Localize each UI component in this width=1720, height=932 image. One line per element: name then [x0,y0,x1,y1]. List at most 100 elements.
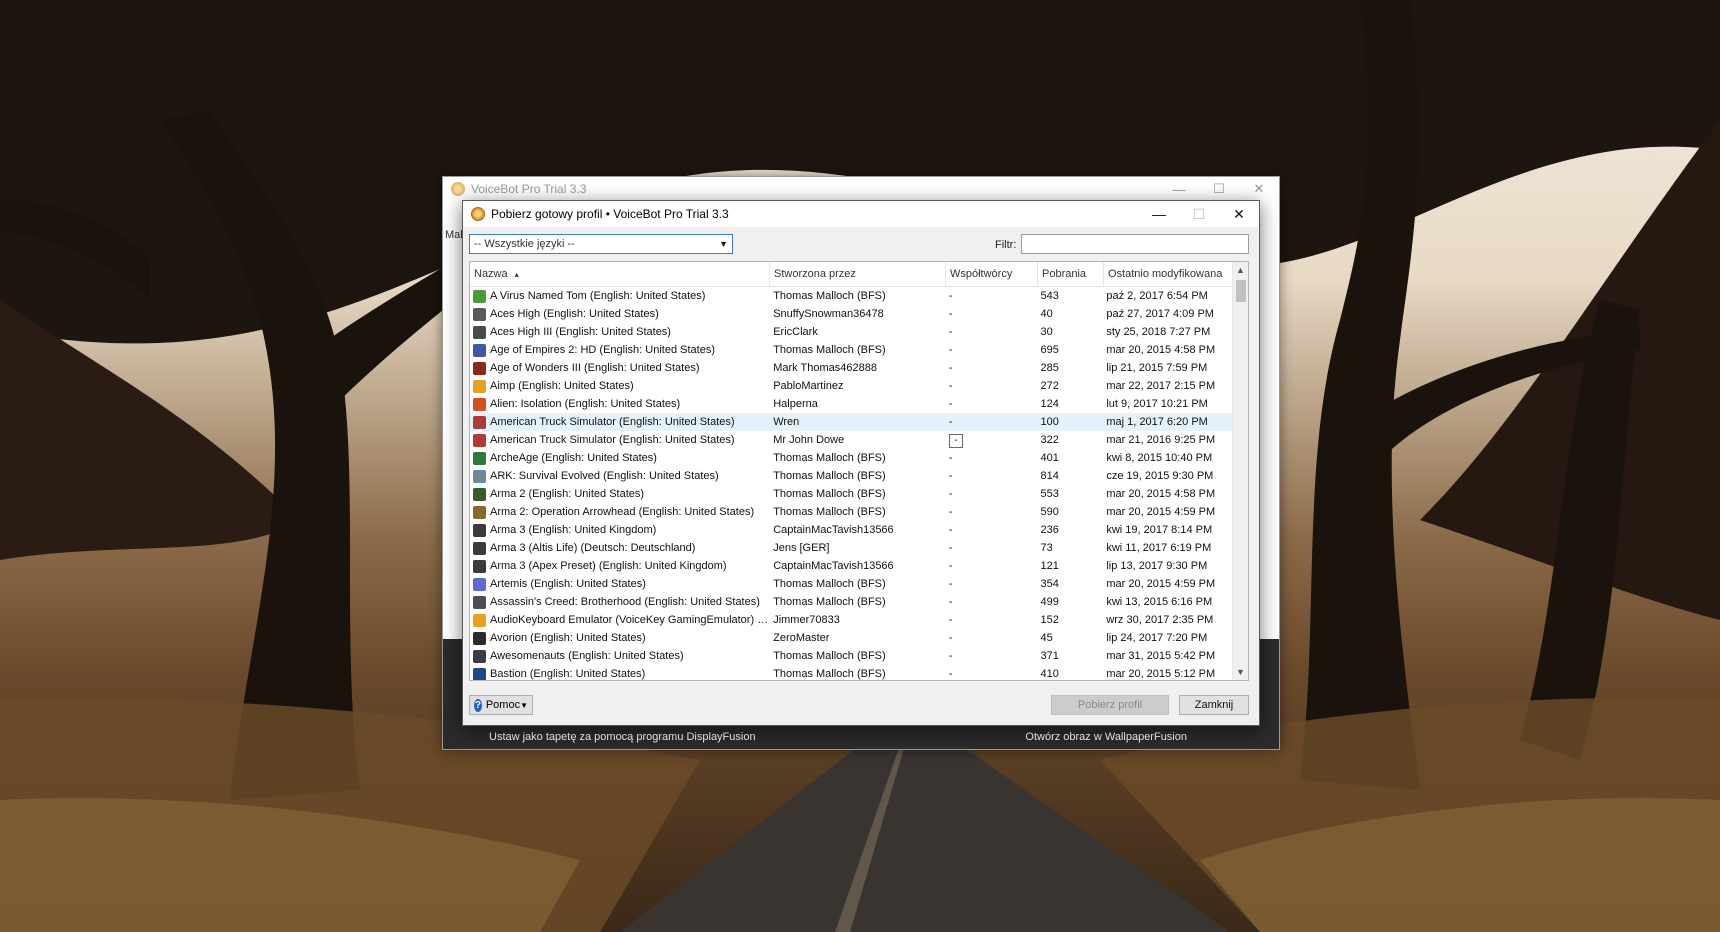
column-header-downloads[interactable]: Pobrania [1038,262,1104,286]
profile-name: Age of Wonders III (English: United Stat… [490,362,700,374]
contributors-value: - [948,434,963,448]
table-row[interactable]: ArcheAge (English: United States) Thomas … [470,449,1232,467]
cell-author: ZeroMaster [773,632,830,644]
game-icon [473,451,486,465]
cell-author: Thomas Malloch (BFS) [773,596,886,608]
help-button-label: Pomoc [485,699,521,711]
column-header-modified[interactable]: Ostatnio modyfikowana [1104,262,1234,286]
cell-contributors: - [945,326,1037,338]
cell-modified: mar 20, 2015 4:59 PM [1106,578,1216,590]
cell-author: Thomas Malloch (BFS) [773,452,886,464]
chevron-down-icon: ▼ [520,700,528,710]
close-button[interactable]: ✕ [1239,177,1279,201]
cell-modified: mar 20, 2015 5:12 PM [1106,668,1216,680]
table-row[interactable]: Artemis (English: United States) Thomas M… [470,575,1232,593]
maximize-button[interactable]: ☐ [1199,177,1239,201]
cell-downloads: 499 [1040,596,1059,608]
chevron-down-icon: ▼ [719,239,728,249]
table-row[interactable]: Age of Wonders III (English: United Stat… [470,359,1232,377]
game-icon [473,343,486,357]
table-row[interactable]: Aimp (English: United States) PabloMartin… [470,377,1232,395]
table-row[interactable]: Age of Empires 2: HD (English: United St… [470,341,1232,359]
game-icon [473,613,486,627]
cell-downloads: 814 [1040,470,1059,482]
game-icon [473,487,486,501]
profile-name: Arma 3 (Altis Life) (Deutsch: Deutschlan… [490,542,696,554]
cell-modified: kwi 13, 2015 6:16 PM [1106,596,1213,608]
cell-modified: lip 21, 2015 7:59 PM [1106,362,1208,374]
cell-name: American Truck Simulator (English: Unite… [470,433,769,447]
contributors-value: - [948,290,953,302]
contributors-value: - [948,560,953,572]
contributors-value: - [948,416,953,428]
dialog-close-button[interactable]: ✕ [1219,201,1259,227]
profile-name: Aimp (English: United States) [490,380,634,392]
column-header-author[interactable]: Stworzona przez [770,262,946,286]
scroll-down-icon[interactable]: ▼ [1233,664,1248,680]
cell-modified: paź 2, 2017 6:54 PM [1106,290,1208,302]
table-row[interactable]: Avorion (English: United States) ZeroMast… [470,629,1232,647]
table-row[interactable]: Arma 3 (English: United Kingdom) CaptainM… [470,521,1232,539]
table-row[interactable]: Arma 2: Operation Arrowhead (English: Un… [470,503,1232,521]
cell-downloads: 272 [1040,380,1059,392]
table-row[interactable]: Assassin's Creed: Brotherhood (English: … [470,593,1232,611]
column-header-name[interactable]: Nazwa ▴ [470,262,770,286]
game-icon [473,469,486,483]
cell-downloads: 553 [1040,488,1059,500]
contributors-value: - [948,668,953,680]
contributors-value: - [948,470,953,482]
profile-list[interactable]: Nazwa ▴ Stworzona przez Współtwórcy Pobr… [469,261,1249,681]
column-header-contributors[interactable]: Współtwórcy [946,262,1038,286]
table-row[interactable]: A Virus Named Tom (English: United State… [470,287,1232,305]
table-row[interactable]: Alien: Isolation (English: United States… [470,395,1232,413]
table-row[interactable]: Aces High (English: United States) Snuffy… [470,305,1232,323]
open-wallpaperfusion-link[interactable]: Otwórz obraz w WallpaperFusion [1025,731,1187,743]
profile-name: Arma 3 (Apex Preset) (English: United Ki… [490,560,727,572]
dialog-toolbar: -- Wszystkie języki -- ▼ Filtr: [463,227,1259,261]
profile-name: Bastion (English: United States) [490,668,646,680]
table-row[interactable]: ARK: Survival Evolved (English: United S… [470,467,1232,485]
language-select[interactable]: -- Wszystkie języki -- ▼ [469,234,733,254]
table-row[interactable]: American Truck Simulator (English: Unite… [470,413,1232,431]
vertical-scrollbar[interactable]: ▲ ▼ [1232,262,1248,680]
profile-name: Avorion (English: United States) [490,632,646,644]
cell-contributors[interactable]: - [945,432,1037,448]
filter-input[interactable] [1021,234,1249,254]
sort-ascending-icon: ▴ [514,270,519,279]
table-row[interactable]: American Truck Simulator (English: Unite… [470,431,1232,449]
cell-contributors: - [945,578,1037,590]
table-row[interactable]: Arma 2 (English: United States) Thomas Ma… [470,485,1232,503]
scroll-up-icon[interactable]: ▲ [1233,262,1248,278]
cell-modified: lip 24, 2017 7:20 PM [1106,632,1208,644]
cell-author: Thomas Malloch (BFS) [773,668,886,680]
cell-contributors: - [945,632,1037,644]
cell-modified: maj 1, 2017 6:20 PM [1106,416,1208,428]
close-dialog-button[interactable]: Zamknij [1179,695,1249,715]
help-button[interactable]: ? Pomoc ▼ [469,695,533,715]
minimize-button[interactable]: — [1159,177,1199,201]
cell-name: Bastion (English: United States) [470,667,769,680]
contributors-value: - [948,614,953,626]
dialog-title-bar: Pobierz gotowy profil • VoiceBot Pro Tri… [463,201,1259,227]
list-body: A Virus Named Tom (English: United State… [470,287,1232,680]
scroll-thumb[interactable] [1236,280,1246,302]
profile-name: Alien: Isolation (English: United States… [490,398,681,410]
set-wallpaper-link[interactable]: Ustaw jako tapetę za pomocą programu Dis… [489,731,756,743]
table-row[interactable]: Aces High III (English: United States) Er… [470,323,1232,341]
table-row[interactable]: Bastion (English: United States) Thomas M… [470,665,1232,680]
contributors-value: - [948,308,953,320]
cell-name: Arma 2 (English: United States) [470,487,769,501]
table-row[interactable]: AudioKeyboard Emulator (VoiceKey GamingE… [470,611,1232,629]
dialog-minimize-button[interactable]: — [1139,201,1179,227]
cell-modified: kwi 19, 2017 8:14 PM [1106,524,1213,536]
cell-author: CaptainMacTavish13566 [773,524,894,536]
voicebot-logo-icon [471,207,485,221]
game-icon [473,289,486,303]
table-row[interactable]: Arma 3 (Altis Life) (Deutsch: Deutschlan… [470,539,1232,557]
table-row[interactable]: Arma 3 (Apex Preset) (English: United Ki… [470,557,1232,575]
cell-contributors: - [945,290,1037,302]
cell-modified: mar 21, 2016 9:25 PM [1106,434,1216,446]
table-row[interactable]: Awesomenauts (English: United States) Tho… [470,647,1232,665]
cell-modified: mar 22, 2017 2:15 PM [1106,380,1216,392]
cell-name: Aces High III (English: United States) [470,325,769,339]
